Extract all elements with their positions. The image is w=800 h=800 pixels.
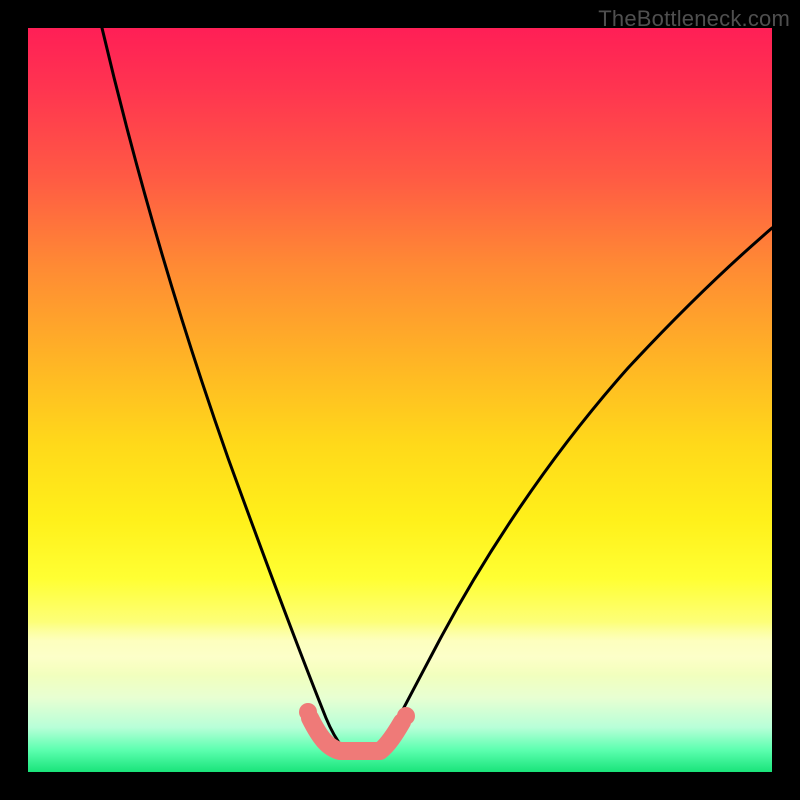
plot-area <box>28 28 772 772</box>
left-curve <box>102 28 343 748</box>
pink-dot-left <box>299 703 317 721</box>
curve-layer <box>28 28 772 772</box>
pink-dot-right <box>397 707 415 725</box>
watermark-text: TheBottleneck.com <box>598 6 790 32</box>
chart-frame: TheBottleneck.com <box>0 0 800 800</box>
pink-valley-highlight <box>310 718 402 751</box>
right-curve <box>383 228 772 748</box>
